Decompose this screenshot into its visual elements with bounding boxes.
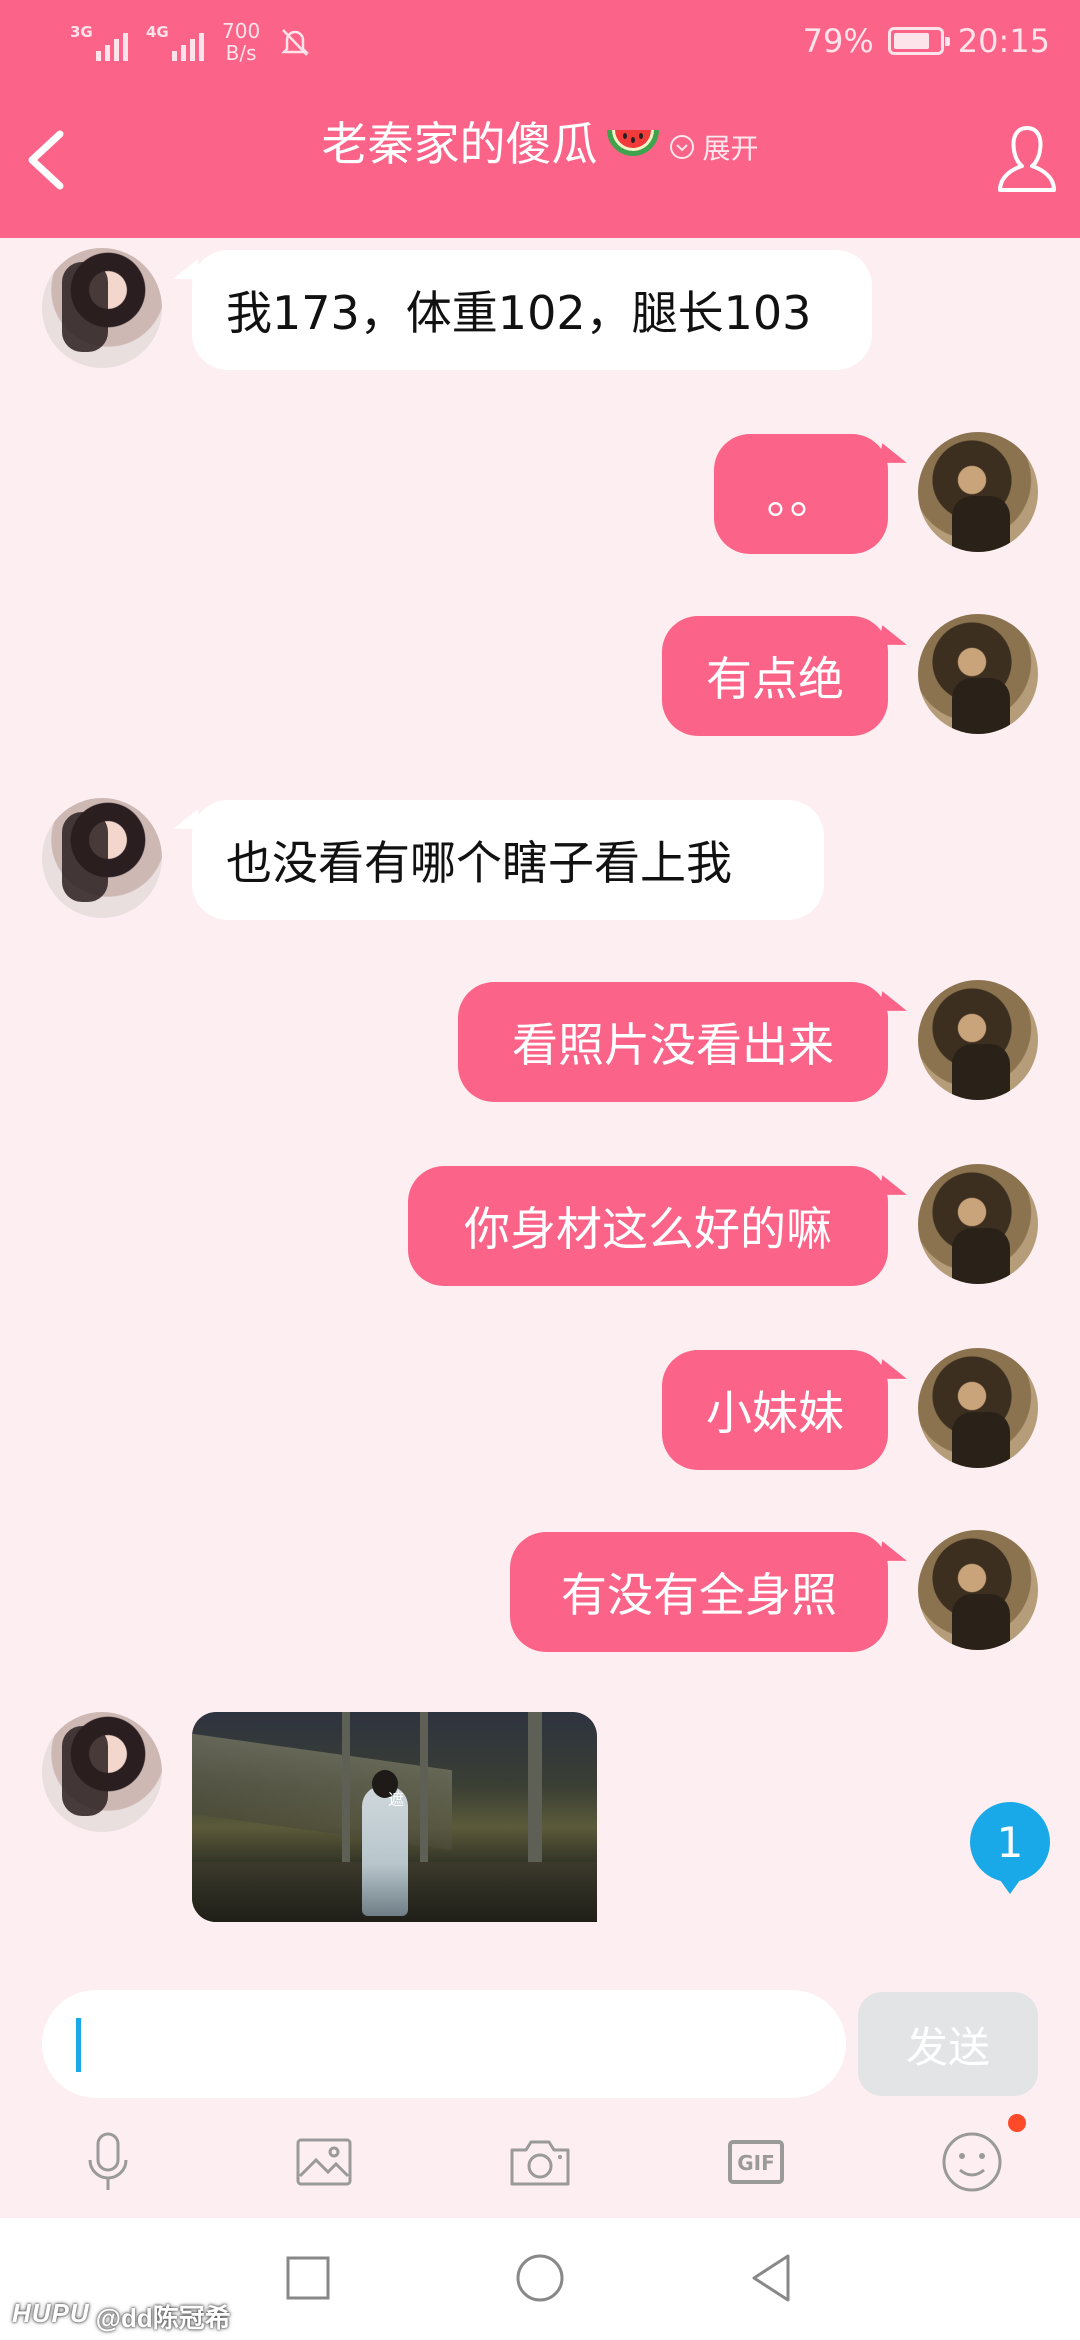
my-avatar[interactable]: [918, 432, 1038, 552]
chat-title-text: 老秦家的傻瓜: [321, 117, 598, 171]
my-avatar[interactable]: [918, 614, 1038, 734]
chat-title: 老秦家的傻瓜: [321, 108, 663, 174]
chevron-down-icon: [669, 135, 694, 159]
signal-3g-icon: 3G: [70, 23, 128, 61]
send-button[interactable]: 发送: [858, 1992, 1038, 2096]
message-bubble-outgoing[interactable]: 有点绝: [662, 616, 888, 736]
expand-label: 展开: [702, 132, 759, 165]
battery-percent: 79%: [802, 22, 874, 60]
watermark-user: @dd陈冠希: [95, 2303, 231, 2333]
recent-apps-icon[interactable]: [278, 2248, 338, 2308]
signal-4g-icon: 4G: [146, 23, 204, 61]
back-nav-icon[interactable]: [742, 2248, 802, 2308]
contact-avatar[interactable]: [42, 248, 162, 368]
watermelon-emoji: [607, 130, 660, 156]
input-toolbar: GIF: [0, 2110, 1080, 2210]
message-bubble-incoming[interactable]: 我173，体重102，腿长103: [192, 250, 872, 370]
gif-icon-label: GIF: [737, 2151, 775, 2175]
message-bubble-outgoing[interactable]: 有没有全身照: [510, 1532, 888, 1652]
signal-3g-label: 3G: [70, 23, 93, 41]
network-speed-value: 700: [222, 19, 261, 43]
header-title-area[interactable]: 老秦家的傻瓜 展开: [0, 108, 1080, 174]
my-avatar[interactable]: [918, 1348, 1038, 1468]
my-avatar[interactable]: [918, 1164, 1038, 1284]
gif-icon[interactable]: GIF: [718, 2124, 794, 2200]
image-icon[interactable]: [286, 2124, 362, 2200]
message-input[interactable]: [42, 1990, 846, 2098]
battery-icon: [887, 27, 950, 55]
muted-bell-icon: [281, 29, 310, 56]
watermark: HUPU @dd陈冠希: [12, 2298, 231, 2335]
microphone-icon[interactable]: [70, 2124, 146, 2200]
signal-4g-label: 4G: [146, 23, 169, 41]
clock: 20:15: [957, 22, 1050, 60]
watermark-brand: HUPU: [12, 2298, 90, 2328]
message-image[interactable]: 遮: [192, 1712, 597, 1922]
camera-icon[interactable]: [502, 2124, 578, 2200]
message-bubble-outgoing[interactable]: 小妹妹: [662, 1350, 888, 1470]
message-bubble-outgoing[interactable]: 。。: [714, 434, 888, 554]
message-bubble-outgoing[interactable]: 你身材这么好的嘛: [408, 1166, 888, 1286]
message-bubble-outgoing[interactable]: 看照片没看出来: [458, 982, 888, 1102]
home-icon[interactable]: [510, 2248, 570, 2308]
unread-count-badge[interactable]: 1: [970, 1802, 1050, 1894]
contact-avatar[interactable]: [42, 798, 162, 918]
emoji-icon[interactable]: [934, 2124, 1010, 2200]
network-speed-unit: B/s: [225, 41, 257, 65]
contact-avatar[interactable]: [42, 1712, 162, 1832]
battery-fill: [893, 33, 929, 49]
status-bar: 3G 4G 700 B/s 79% 20:15: [0, 0, 1080, 90]
network-speed: 700 B/s: [222, 20, 260, 64]
status-left: 3G 4G 700 B/s: [70, 20, 312, 64]
status-right: 79% 20:15: [803, 22, 1050, 60]
profile-icon[interactable]: [992, 120, 1062, 200]
my-avatar[interactable]: [918, 980, 1038, 1100]
text-caret: [76, 2018, 81, 2072]
chat-header: 老秦家的傻瓜 展开: [0, 90, 1080, 238]
expand-toggle[interactable]: 展开: [669, 127, 759, 167]
image-overlay-text: 遮: [388, 1790, 405, 1809]
my-avatar[interactable]: [918, 1530, 1038, 1650]
message-bubble-incoming[interactable]: 也没看有哪个瞎子看上我: [192, 800, 824, 920]
notification-dot: [1008, 2114, 1026, 2132]
